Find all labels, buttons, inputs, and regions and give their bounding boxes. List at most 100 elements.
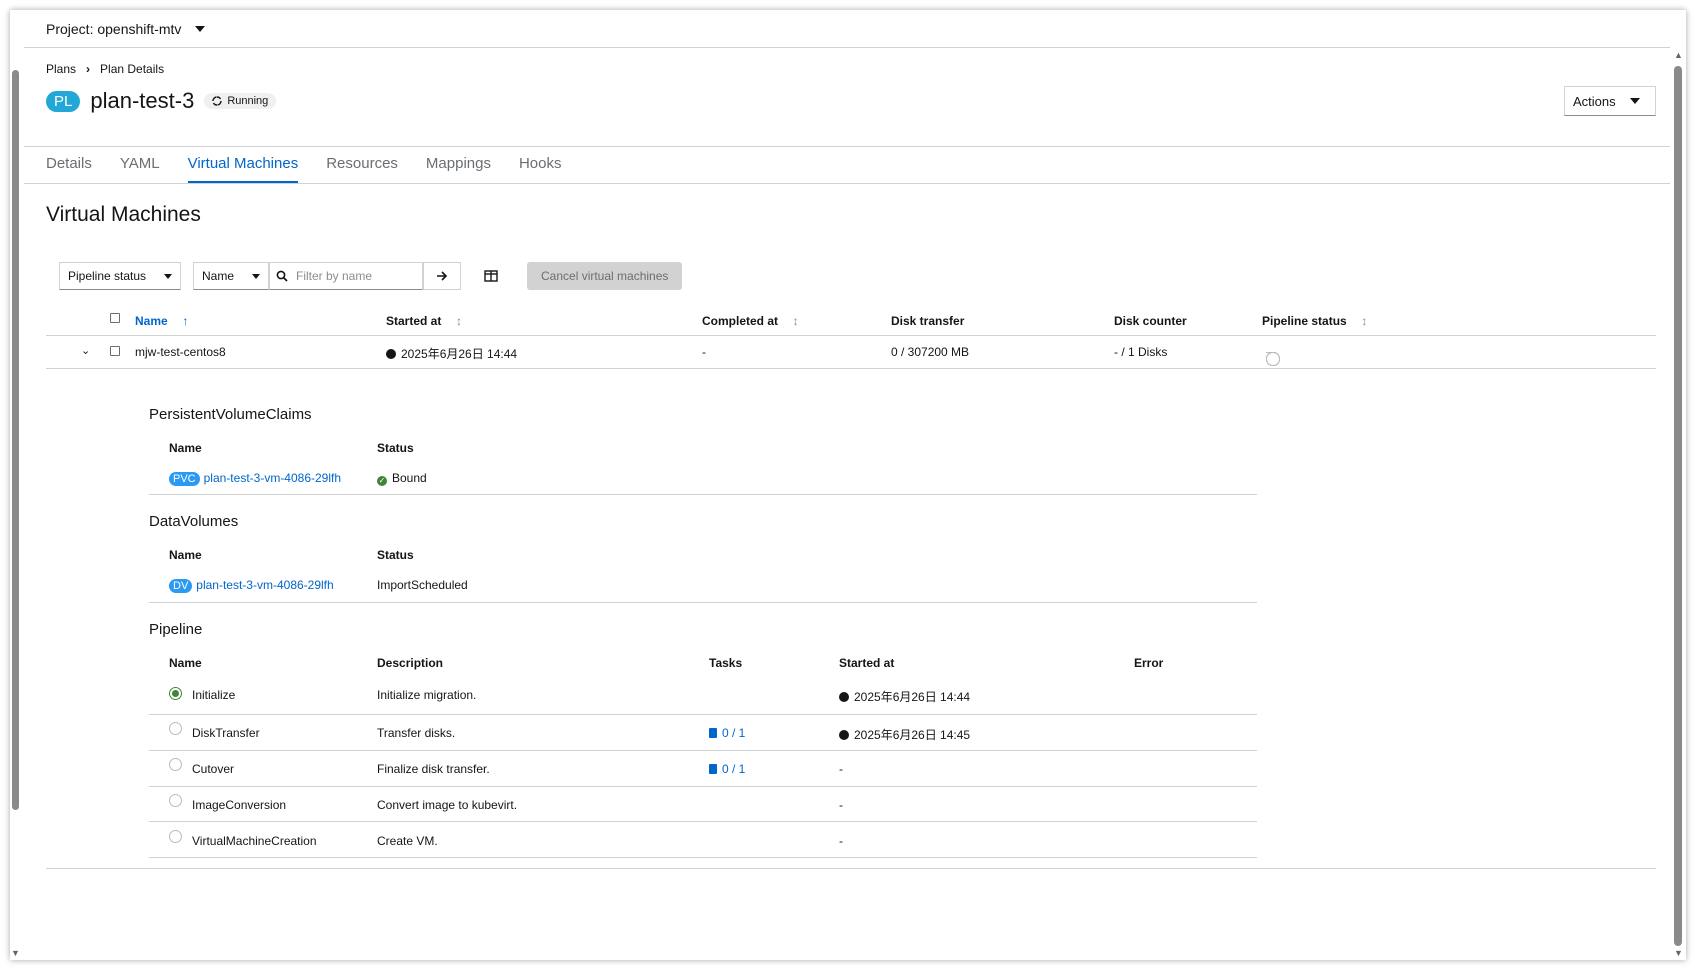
column-header-pipeline[interactable]: Pipeline status ↕ xyxy=(1262,314,1367,328)
pvc-badge: PVC xyxy=(169,472,200,486)
dv-badge: DV xyxy=(169,579,193,593)
select-all-checkbox[interactable] xyxy=(110,313,120,323)
chevron-down-icon xyxy=(164,273,172,279)
chevron-down-icon xyxy=(252,273,260,279)
check-circle-icon: ✓ xyxy=(377,476,387,486)
globe-icon xyxy=(839,730,849,740)
pipeline-step-tasks[interactable]: 0 / 1 xyxy=(709,762,745,776)
dv-link[interactable]: DV plan-test-3-vm-4086-29lfh xyxy=(169,578,334,593)
app-window: ▼ ▲ ▼ Project: openshift-mtv Plans › Pla… xyxy=(10,10,1686,960)
tab-hooks[interactable]: Hooks xyxy=(519,147,562,183)
step-pending-icon xyxy=(169,758,182,771)
actions-dropdown[interactable]: Actions xyxy=(1564,86,1656,116)
pipeline-step-description: Finalize disk transfer. xyxy=(377,762,490,776)
step-pending-icon xyxy=(169,722,182,735)
sort-icon: ↕ xyxy=(449,314,463,328)
pipeline-step-description: Create VM. xyxy=(377,834,438,848)
page-title: plan-test-3 xyxy=(90,88,195,113)
search-submit-button[interactable] xyxy=(423,262,461,290)
tab-yaml[interactable]: YAML xyxy=(120,147,160,183)
pipeline-status-filter-label: Pipeline status xyxy=(68,269,147,283)
dv-name[interactable]: plan-test-3-vm-4086-29lfh xyxy=(196,578,333,592)
table-row: ⌄ mjw-test-centos8 2025年6月26日 14:44 - 0 … xyxy=(46,337,1656,369)
pipeline-step-name: ImageConversion xyxy=(192,798,287,812)
pipeline-header-tasks: Tasks xyxy=(709,656,743,670)
column-header-started[interactable]: Started at ↕ xyxy=(386,314,462,328)
tab-details[interactable]: Details xyxy=(46,147,92,183)
pipeline-step-started: - xyxy=(839,834,843,848)
resource-badge: PL xyxy=(46,90,81,112)
pipeline-step-started: 2025年6月26日 14:44 xyxy=(839,688,970,705)
pipeline-step-started: - xyxy=(839,798,843,812)
dv-status: ImportScheduled xyxy=(377,578,468,592)
search-icon xyxy=(276,270,288,282)
dv-section-title: DataVolumes xyxy=(149,513,239,530)
divider xyxy=(149,714,1257,715)
pipeline-section-title: Pipeline xyxy=(149,621,203,638)
divider xyxy=(149,786,1257,787)
row-checkbox[interactable] xyxy=(110,346,120,356)
chevron-right-icon: › xyxy=(86,62,91,76)
right-scrollbar-thumb[interactable] xyxy=(1674,66,1682,946)
project-selector[interactable]: Project: openshift-mtv xyxy=(24,10,1670,48)
page-header: PL plan-test-3 Running xyxy=(46,88,277,114)
project-label: Project: openshift-mtv xyxy=(46,20,182,37)
sort-icon: ↕ xyxy=(1354,314,1368,328)
pipeline-step-dot[interactable] xyxy=(1266,352,1280,366)
scroll-down-arrow-icon[interactable]: ▼ xyxy=(1674,948,1683,958)
sort-asc-icon: ↑ xyxy=(175,314,189,328)
step-pending-icon xyxy=(169,794,182,807)
chevron-down-icon xyxy=(1629,98,1640,104)
pvc-section-title: PersistentVolumeClaims xyxy=(149,406,312,423)
pipeline-step-name: Cutover xyxy=(192,762,235,776)
actions-label: Actions xyxy=(1573,93,1616,109)
right-scrollbar[interactable]: ▲ ▼ xyxy=(1670,46,1686,960)
column-header-name[interactable]: Name ↑ xyxy=(135,314,188,328)
pvc-name[interactable]: plan-test-3-vm-4086-29lfh xyxy=(204,471,341,485)
search-input[interactable]: Filter by name xyxy=(269,262,423,290)
left-scrollbar-thumb[interactable] xyxy=(12,70,19,810)
breadcrumb-current: Plan Details xyxy=(100,62,165,76)
name-filter-select[interactable]: Name xyxy=(193,262,269,290)
vm-table-header: Name ↑ Started at ↕ Completed at ↕ Disk … xyxy=(46,306,1656,336)
pvc-header-name: Name xyxy=(169,441,202,455)
vm-disk-counter: - / 1 Disks xyxy=(1114,345,1168,359)
tab-resources[interactable]: Resources xyxy=(326,147,398,183)
pipeline-header-error: Error xyxy=(1134,656,1164,670)
pipeline-header-started: Started at xyxy=(839,656,895,670)
pipeline-step-started: 2025年6月26日 14:45 xyxy=(839,726,970,743)
divider xyxy=(149,602,1257,603)
arrow-right-icon xyxy=(437,271,448,281)
step-pending-icon xyxy=(169,830,182,843)
cancel-vms-button[interactable]: Cancel virtual machines xyxy=(527,262,683,290)
scroll-up-arrow-icon[interactable]: ▲ xyxy=(1674,50,1683,60)
section-title: Virtual Machines xyxy=(46,203,201,226)
tab-virtual-machines[interactable]: Virtual Machines xyxy=(187,147,299,183)
clipboard-icon xyxy=(709,764,717,774)
column-header-completed[interactable]: Completed at ↕ xyxy=(702,314,799,328)
left-scrollbar[interactable]: ▼ xyxy=(10,60,20,960)
pipeline-status-filter[interactable]: Pipeline status xyxy=(59,262,181,290)
pipeline-step-tasks[interactable]: 0 / 1 xyxy=(709,726,745,740)
pvc-status: ✓ Bound xyxy=(377,471,427,486)
globe-icon xyxy=(386,349,396,359)
name-filter-label: Name xyxy=(202,269,235,283)
divider xyxy=(149,821,1257,822)
pipeline-step-description: Convert image to kubevirt. xyxy=(377,798,518,812)
scroll-down-arrow-icon[interactable]: ▼ xyxy=(11,948,20,958)
vm-name: mjw-test-centos8 xyxy=(135,345,226,359)
chevron-down-icon[interactable]: ⌄ xyxy=(81,344,90,357)
tab-mappings[interactable]: Mappings xyxy=(426,147,491,183)
dv-header-name: Name xyxy=(169,548,202,562)
vm-completed: - xyxy=(702,345,706,359)
tab-bar: Details YAML Virtual Machines Resources … xyxy=(24,146,1670,184)
vm-disk-transfer: 0 / 307200 MB xyxy=(891,345,970,359)
manage-columns-button[interactable] xyxy=(481,266,501,286)
step-complete-icon xyxy=(169,687,182,700)
pvc-link[interactable]: PVC plan-test-3-vm-4086-29lfh xyxy=(169,471,341,486)
vm-toolbar: Pipeline status Name Filter by name Canc… xyxy=(59,262,683,290)
breadcrumb-plans-link[interactable]: Plans xyxy=(46,62,76,76)
clipboard-icon xyxy=(709,728,717,738)
pipeline-header-description: Description xyxy=(377,656,444,670)
vm-started: 2025年6月26日 14:44 xyxy=(386,345,517,362)
